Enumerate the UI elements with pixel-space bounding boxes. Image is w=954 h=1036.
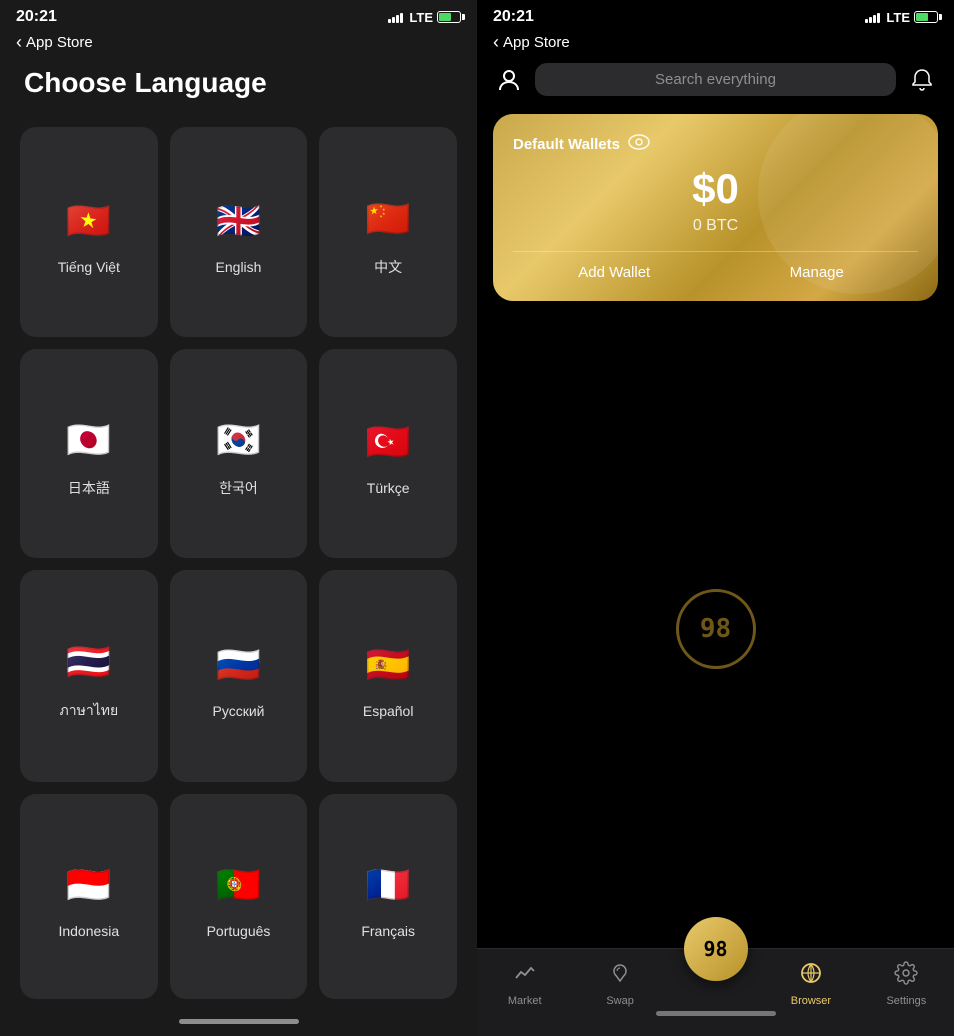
back-nav-left[interactable]: ‹ App Store [0, 30, 477, 59]
flag-ko: 🇰🇷 [210, 412, 266, 468]
time-right: 20:21 [493, 8, 534, 26]
tab-center-logo-button[interactable]: 98 [684, 917, 748, 981]
tab-center-logo: 98 [703, 937, 727, 961]
lang-label-pt: Português [207, 923, 271, 939]
back-nav-right[interactable]: ‹ App Store [477, 30, 954, 59]
flag-ru: 🇷🇺 [210, 637, 266, 693]
settings-icon [894, 961, 918, 991]
signal-icon-left [388, 11, 403, 23]
lang-label-vi: Tiếng Việt [58, 259, 120, 275]
battery-icon-left [437, 11, 461, 23]
lte-label-right: LTE [886, 10, 910, 25]
lang-item-th[interactable]: 🇹🇭 ภาษาไทย [20, 570, 158, 782]
tab-market-label: Market [508, 995, 542, 1007]
tab-browser-label: Browser [791, 995, 831, 1007]
tab-swap-label: Swap [606, 995, 634, 1007]
add-wallet-button[interactable]: Add Wallet [513, 264, 716, 281]
app-logo-center: 98 [676, 589, 756, 669]
swap-icon [608, 961, 632, 991]
wallet-card-header: Default Wallets [513, 134, 918, 155]
lang-item-tr[interactable]: 🇹🇷 Türkçe [319, 349, 457, 559]
lang-label-fr: Français [361, 923, 415, 939]
battery-icon-right [914, 11, 938, 23]
status-bar-right: 20:21 LTE [477, 0, 954, 30]
search-input[interactable]: Search everything [535, 63, 896, 96]
wallet-amount: $0 [513, 165, 918, 213]
middle-content: 98 [477, 309, 954, 948]
browser-icon [799, 961, 823, 991]
lang-item-fr[interactable]: 🇫🇷 Français [319, 794, 457, 1000]
flag-en: 🇬🇧 [210, 193, 266, 249]
user-icon[interactable] [493, 64, 525, 96]
chevron-left-icon: ‹ [16, 32, 22, 53]
flag-fr: 🇫🇷 [360, 857, 416, 913]
lang-item-id[interactable]: 🇮🇩 Indonesia [20, 794, 158, 1000]
language-grid: 🇻🇳 Tiếng Việt 🇬🇧 English 🇨🇳 中文 🇯🇵 日本語 🇰🇷… [0, 115, 477, 1011]
lang-item-en[interactable]: 🇬🇧 English [170, 127, 308, 337]
lang-item-zh[interactable]: 🇨🇳 中文 [319, 127, 457, 337]
flag-id: 🇮🇩 [61, 857, 117, 913]
home-indicator-right [656, 1011, 776, 1016]
tab-swap[interactable]: Swap [572, 957, 667, 1007]
wallet-card: Default Wallets $0 0 BTC Add Wallet Mana… [493, 114, 938, 301]
flag-tr: 🇹🇷 [360, 414, 416, 470]
home-indicator-left [179, 1019, 299, 1024]
search-placeholder: Search everything [655, 71, 776, 88]
lang-label-zh: 中文 [374, 257, 402, 277]
flag-vi: 🇻🇳 [61, 193, 117, 249]
logo-text-center: 98 [700, 614, 731, 644]
lang-item-es[interactable]: 🇪🇸 Español [319, 570, 457, 782]
tab-bar: 98 Market Swap [477, 948, 954, 1036]
signal-icon-right [865, 11, 880, 23]
tab-browser[interactable]: Browser [763, 957, 858, 1007]
lang-item-vi[interactable]: 🇻🇳 Tiếng Việt [20, 127, 158, 337]
eye-icon[interactable] [628, 134, 650, 155]
lang-label-ja: 日本語 [68, 478, 110, 498]
page-title: Choose Language [0, 59, 477, 115]
lang-item-pt[interactable]: 🇵🇹 Português [170, 794, 308, 1000]
chevron-left-icon-right: ‹ [493, 32, 499, 53]
back-label-right[interactable]: App Store [503, 34, 570, 51]
flag-pt: 🇵🇹 [210, 857, 266, 913]
back-label-left[interactable]: App Store [26, 34, 93, 51]
lang-label-tr: Türkçe [367, 480, 410, 496]
time-left: 20:21 [16, 8, 57, 26]
tab-settings[interactable]: Settings [859, 957, 954, 1007]
lang-label-id: Indonesia [58, 923, 119, 939]
status-icons-left: LTE [388, 10, 461, 25]
status-bar-left: 20:21 LTE [0, 0, 477, 30]
flag-zh: 🇨🇳 [360, 191, 416, 247]
flag-ja: 🇯🇵 [61, 412, 117, 468]
top-bar: Search everything [477, 59, 954, 106]
lte-label-left: LTE [409, 10, 433, 25]
tab-market[interactable]: Market [477, 957, 572, 1007]
flag-th: 🇹🇭 [61, 634, 117, 690]
right-panel: 20:21 LTE ‹ App Store Search everyth [477, 0, 954, 1036]
wallet-title: Default Wallets [513, 136, 620, 153]
lang-item-ja[interactable]: 🇯🇵 日本語 [20, 349, 158, 559]
manage-button[interactable]: Manage [716, 264, 919, 281]
market-icon [513, 961, 537, 991]
lang-label-ru: Русский [213, 703, 265, 719]
left-panel: 20:21 LTE ‹ App Store Choose Language 🇻🇳… [0, 0, 477, 1036]
wallet-btc: 0 BTC [513, 217, 918, 235]
lang-label-es: Español [363, 703, 414, 719]
tab-settings-label: Settings [886, 995, 926, 1007]
wallet-actions: Add Wallet Manage [513, 251, 918, 281]
lang-item-ru[interactable]: 🇷🇺 Русский [170, 570, 308, 782]
status-icons-right: LTE [865, 10, 938, 25]
flag-es: 🇪🇸 [360, 637, 416, 693]
lang-label-en: English [216, 259, 262, 275]
lang-label-ko: 한국어 [219, 478, 258, 498]
notification-bell-icon[interactable] [906, 64, 938, 96]
lang-item-ko[interactable]: 🇰🇷 한국어 [170, 349, 308, 559]
lang-label-th: ภาษาไทย [60, 700, 119, 722]
